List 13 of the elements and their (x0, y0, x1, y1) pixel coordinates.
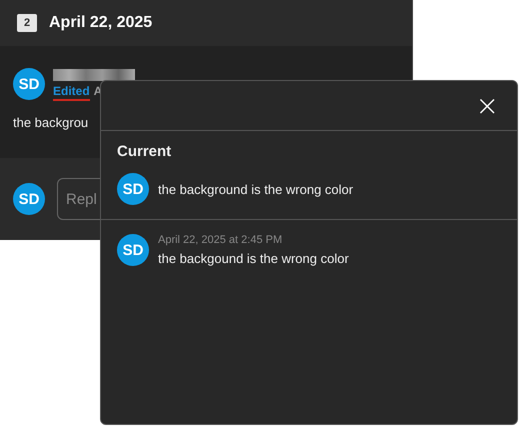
avatar: SD (117, 173, 149, 205)
avatar: SD (13, 183, 45, 215)
close-button[interactable]: × (472, 92, 503, 120)
edited-link[interactable]: Edited (53, 84, 90, 101)
comment-text: the background is the wrong color (158, 182, 354, 196)
section-heading: Current (117, 143, 172, 160)
thread-number: 2 (17, 14, 37, 32)
comment-text: the backgound is the wrong color (158, 251, 349, 266)
comment-text: the backgrou (13, 115, 90, 130)
thread-date: April 22, 2025 (49, 14, 152, 32)
avatar: SD (13, 68, 45, 100)
avatar: SD (117, 234, 149, 266)
version-timestamp: April 22, 2025 at 2:45 PM (158, 234, 284, 246)
